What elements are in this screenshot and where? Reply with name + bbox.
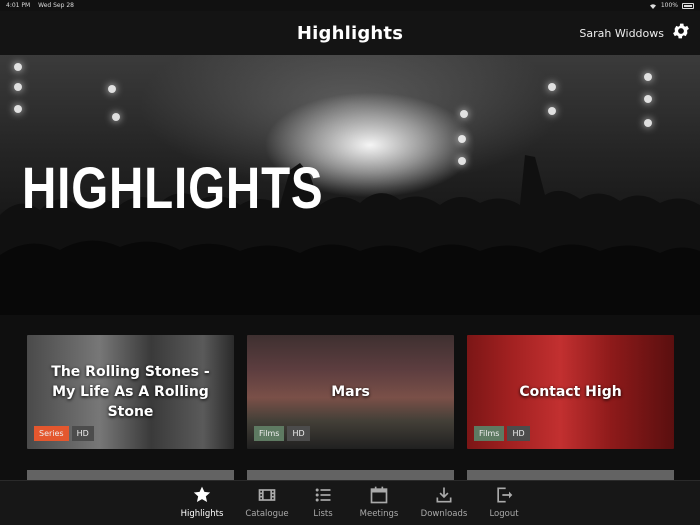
hd-badge: HD bbox=[287, 426, 310, 441]
next-row-card[interactable] bbox=[247, 470, 454, 480]
wifi-icon bbox=[649, 3, 656, 9]
tab-bar: Highlights Catalogue Lists Meetings Down… bbox=[0, 480, 700, 525]
tab-meetings[interactable]: Meetings bbox=[349, 485, 409, 519]
tab-lists[interactable]: Lists bbox=[293, 485, 353, 519]
tab-label: Lists bbox=[313, 509, 333, 519]
status-time: 4:01 PM bbox=[6, 2, 31, 9]
tab-downloads[interactable]: Downloads bbox=[414, 485, 474, 519]
films-badge: Films bbox=[254, 426, 285, 441]
next-row-card[interactable] bbox=[467, 470, 674, 480]
hd-badge: HD bbox=[507, 426, 530, 441]
stage-light bbox=[548, 83, 556, 91]
tab-logout[interactable]: Logout bbox=[474, 485, 534, 519]
battery-icon bbox=[682, 2, 694, 9]
top-header: Highlights Sarah Widdows bbox=[0, 11, 700, 55]
status-date: Wed Sep 28 bbox=[38, 2, 74, 9]
stage-light bbox=[644, 95, 652, 103]
stage-light bbox=[14, 83, 22, 91]
stage-light bbox=[108, 85, 116, 93]
stage-light bbox=[460, 110, 468, 118]
films-badge: Films bbox=[474, 426, 505, 441]
hero-banner[interactable]: HIGHLIGHTS bbox=[0, 55, 700, 315]
list-icon bbox=[315, 488, 331, 502]
next-row-card[interactable] bbox=[27, 470, 234, 480]
calendar-icon bbox=[370, 486, 388, 504]
stage-light bbox=[14, 105, 22, 113]
hd-badge: HD bbox=[71, 426, 94, 441]
stage-light bbox=[548, 107, 556, 115]
stage-light bbox=[644, 73, 652, 81]
series-badge: Series bbox=[34, 426, 69, 441]
stage-light bbox=[112, 113, 120, 121]
stage-light bbox=[458, 135, 466, 143]
user-name[interactable]: Sarah Widdows bbox=[579, 27, 664, 40]
status-bar: 4:01 PM Wed Sep 28 100% bbox=[0, 0, 700, 11]
logout-icon bbox=[497, 487, 513, 503]
tab-catalogue[interactable]: Catalogue bbox=[237, 485, 297, 519]
content-card[interactable]: Contact High Films HD bbox=[467, 335, 674, 449]
battery-percent: 100% bbox=[660, 2, 678, 9]
download-icon bbox=[436, 487, 452, 503]
content-card[interactable]: Mars Films HD bbox=[247, 335, 454, 449]
stage-light bbox=[644, 119, 652, 127]
tab-label: Logout bbox=[489, 509, 519, 519]
tab-highlights[interactable]: Highlights bbox=[172, 485, 232, 519]
hero-title: HIGHLIGHTS bbox=[22, 156, 324, 221]
star-icon bbox=[193, 486, 211, 502]
film-icon bbox=[258, 489, 276, 501]
tab-label: Catalogue bbox=[245, 509, 289, 519]
tab-label: Highlights bbox=[180, 509, 224, 519]
tab-label: Downloads bbox=[420, 509, 468, 519]
highlights-row: The Rolling Stones - My Life As A Rollin… bbox=[0, 315, 700, 480]
stage-light bbox=[14, 63, 22, 71]
gear-icon[interactable] bbox=[671, 21, 691, 41]
content-card[interactable]: The Rolling Stones - My Life As A Rollin… bbox=[27, 335, 234, 449]
tab-label: Meetings bbox=[359, 509, 399, 519]
